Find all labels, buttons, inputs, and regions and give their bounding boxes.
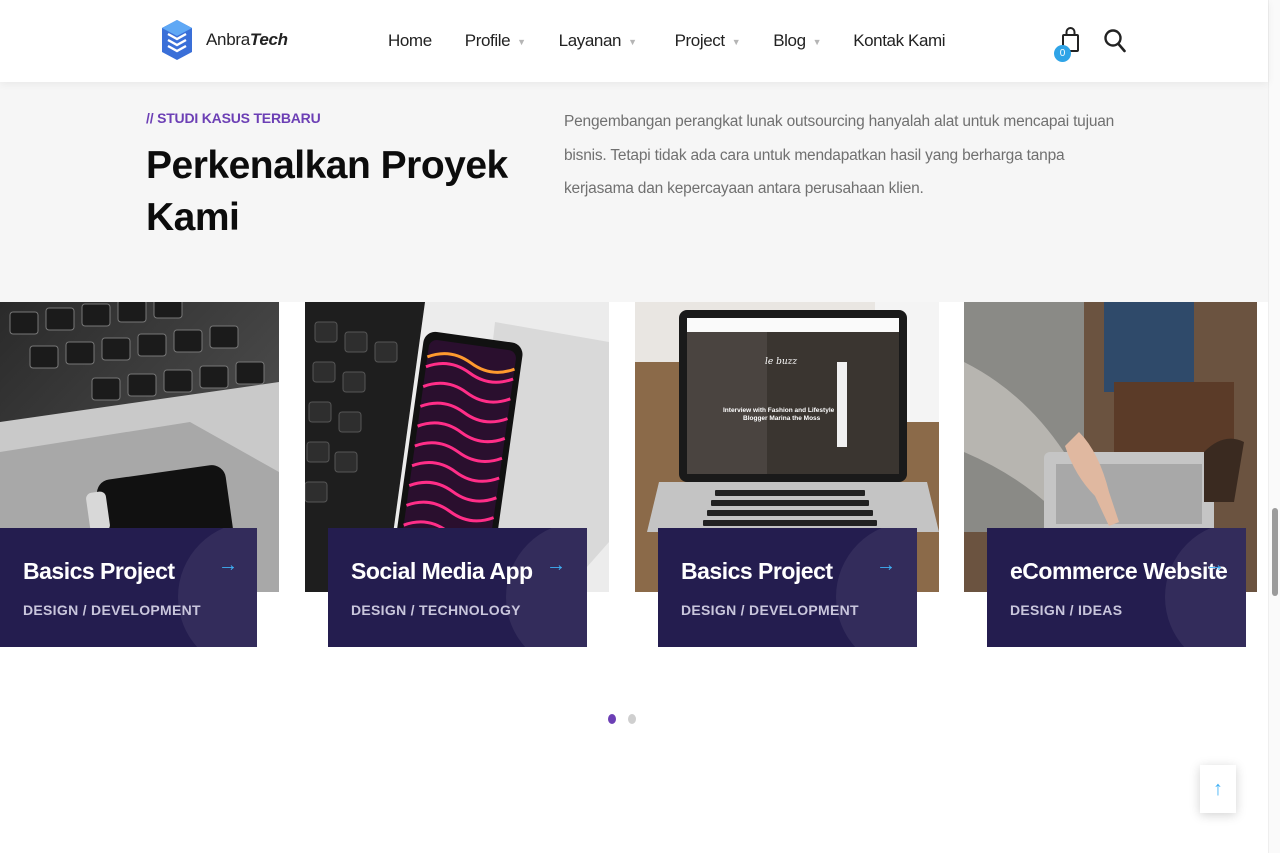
project-title[interactable]: Basics Project	[681, 558, 833, 585]
section-kicker: // STUDI KASUS TERBARU	[146, 110, 321, 126]
search-icon	[1104, 29, 1126, 53]
project-card-2[interactable]: Social Media App DESIGN / TECHNOLOGY →	[328, 528, 587, 647]
arrow-up-icon: ↑	[1213, 777, 1223, 800]
svg-text:le buzz: le buzz	[765, 357, 797, 367]
project-tags: DESIGN / IDEAS	[1010, 602, 1123, 618]
carousel-dot-1[interactable]	[608, 714, 616, 724]
arrow-right-icon[interactable]: →	[876, 554, 896, 577]
section-heading: Perkenalkan Proyek Kami	[146, 144, 508, 239]
cart-count-badge: 0	[1054, 45, 1071, 62]
brand-logo[interactable]: AnbraTech	[160, 18, 288, 62]
project-tags: DESIGN / DEVELOPMENT	[23, 602, 201, 618]
project-tags: DESIGN / TECHNOLOGY	[351, 602, 521, 618]
arrow-right-icon[interactable]: →	[546, 554, 566, 577]
card-decor-circle	[836, 528, 917, 647]
nav-item-layanan[interactable]: Layanan ▼	[559, 31, 637, 51]
dropdown-caret-icon: ▼	[812, 36, 822, 47]
site-header: AnbraTech Home Profile ▼ Layanan ▼ Proje…	[0, 0, 1268, 82]
project-card-4[interactable]: eCommerce Website DESIGN / IDEAS →	[987, 528, 1246, 647]
arrow-right-icon[interactable]: →	[1205, 554, 1225, 577]
project-card-1[interactable]: Basics Project DESIGN / DEVELOPMENT →	[0, 528, 257, 647]
section-description: Pengembangan perangkat lunak outsourcing…	[564, 113, 1115, 197]
dropdown-caret-icon: ▼	[517, 36, 526, 47]
project-tags: DESIGN / DEVELOPMENT	[681, 602, 859, 618]
main-nav: Home Profile ▼ Layanan ▼ Project ▼ Blog …	[388, 31, 946, 51]
logo-mark-icon	[162, 20, 192, 60]
dropdown-caret-icon: ▼	[628, 36, 637, 47]
nav-item-profile[interactable]: Profile ▼	[465, 31, 526, 51]
nav-item-blog[interactable]: Blog ▼	[773, 31, 821, 51]
intro-section: // STUDI KASUS TERBARU Perkenalkan Proye…	[0, 82, 1268, 302]
scrollbar-thumb[interactable]	[1272, 508, 1278, 596]
brand-name: AnbraTech	[206, 30, 288, 49]
search-button[interactable]	[1103, 28, 1127, 54]
card-decor-circle	[506, 528, 587, 647]
project-card-3[interactable]: Basics Project DESIGN / DEVELOPMENT →	[658, 528, 917, 647]
carousel-dot-2[interactable]	[628, 714, 636, 724]
nav-item-home[interactable]: Home	[388, 31, 432, 51]
card-decor-circle	[178, 528, 257, 647]
project-title[interactable]: Basics Project	[23, 558, 175, 585]
back-to-top-button[interactable]: ↑	[1200, 765, 1236, 813]
dropdown-caret-icon: ▼	[731, 36, 741, 47]
page-scrollbar[interactable]	[1268, 0, 1280, 853]
carousel-pagination	[608, 714, 648, 724]
nav-item-project[interactable]: Project ▼	[675, 31, 741, 51]
project-title[interactable]: Social Media App	[351, 558, 533, 585]
card-decor-circle	[1165, 528, 1246, 647]
project-title[interactable]: eCommerce Website	[1010, 558, 1228, 585]
nav-item-kontak-kami[interactable]: Kontak Kami	[853, 31, 945, 51]
cart-button[interactable]: 0	[1054, 25, 1084, 65]
arrow-right-icon[interactable]: →	[218, 554, 238, 577]
